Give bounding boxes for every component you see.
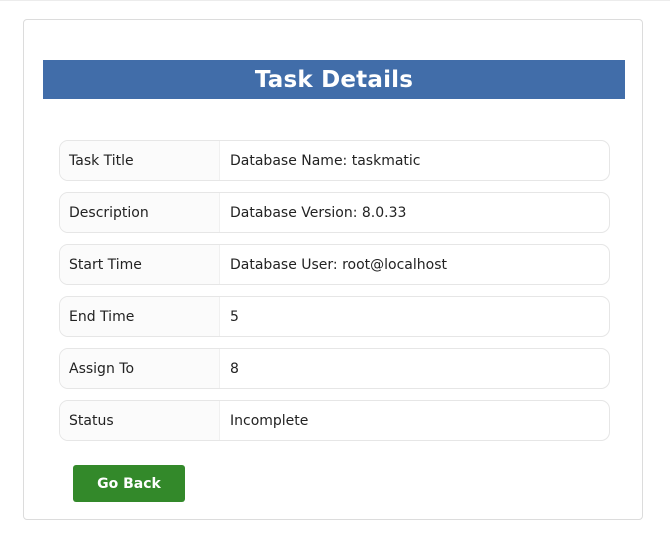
detail-label: Start Time — [60, 245, 220, 284]
detail-value: 8 — [230, 360, 239, 377]
detail-value: Incomplete — [230, 412, 309, 429]
detail-row-task-title: Task Title Database Name: taskmatic — [59, 140, 610, 181]
detail-label: Task Title — [60, 141, 220, 180]
detail-label: Description — [60, 193, 220, 232]
task-details-card: Task Details Task Title Database Name: t… — [23, 19, 643, 520]
detail-value: Database User: root@localhost — [230, 256, 447, 273]
detail-value: 5 — [230, 308, 239, 325]
detail-label: End Time — [60, 297, 220, 336]
detail-value: Database Name: taskmatic — [230, 152, 421, 169]
detail-row-description: Description Database Version: 8.0.33 — [59, 192, 610, 233]
go-back-button[interactable]: Go Back — [73, 465, 185, 502]
detail-label: Status — [60, 401, 220, 440]
detail-row-status: Status Incomplete — [59, 400, 610, 441]
task-details-list: Task Title Database Name: taskmatic Desc… — [59, 140, 610, 452]
page-title: Task Details — [43, 60, 625, 99]
detail-row-end-time: End Time 5 — [59, 296, 610, 337]
detail-row-start-time: Start Time Database User: root@localhost — [59, 244, 610, 285]
detail-label: Assign To — [60, 349, 220, 388]
detail-row-assign-to: Assign To 8 — [59, 348, 610, 389]
detail-value: Database Version: 8.0.33 — [230, 204, 407, 221]
top-divider — [0, 0, 670, 1]
